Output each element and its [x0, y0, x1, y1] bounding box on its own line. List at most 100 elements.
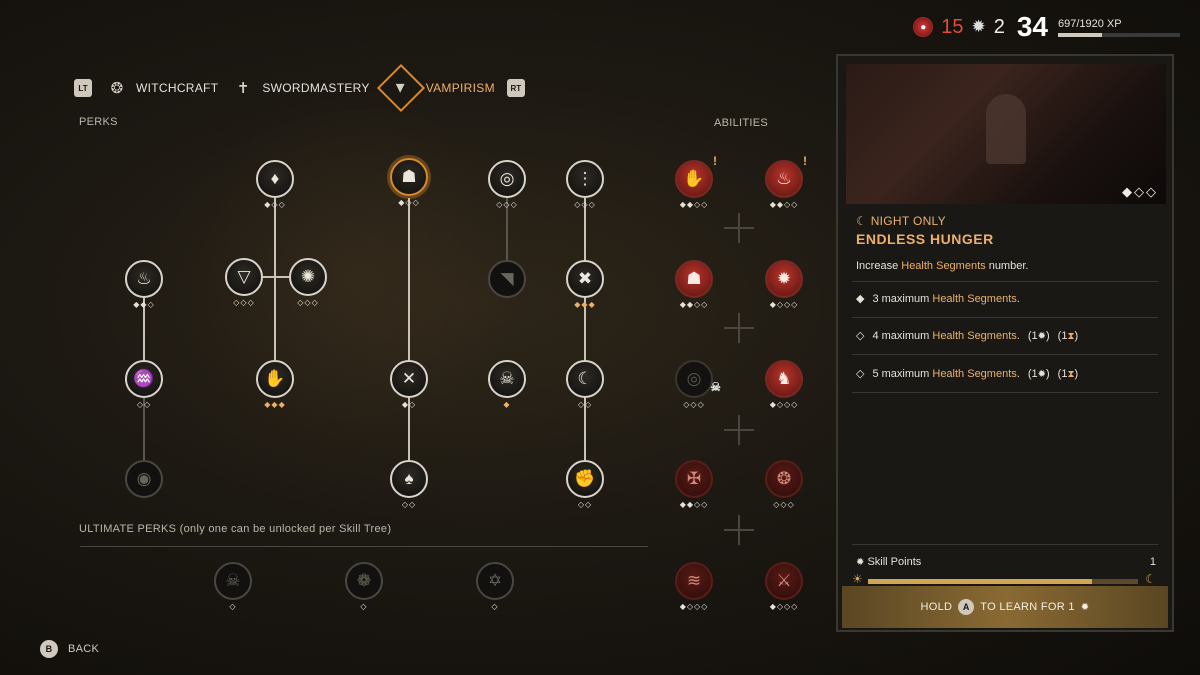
- perk-pips: ◇◇: [136, 400, 152, 409]
- ability-node[interactable]: ✠ ◆◆◇◇: [675, 460, 713, 509]
- skill-points-row: ✹ Skill Points 1: [856, 556, 1156, 568]
- tab-witchcraft-label: WITCHCRAFT: [136, 81, 219, 95]
- hourglass-icon: ⧗: [1067, 368, 1075, 380]
- connector-line: [408, 198, 410, 460]
- lt-bumper-button[interactable]: LT: [74, 79, 92, 97]
- swordmastery-icon: ✝: [236, 80, 250, 97]
- divider: [852, 317, 1158, 318]
- ability-pips: ◆◇◇◇: [769, 400, 799, 409]
- vampire-mouth-icon: ☗: [390, 158, 428, 196]
- perk-node[interactable]: ✺ ◇◇◇: [289, 258, 327, 307]
- divider: [852, 281, 1158, 282]
- hold-to-learn-button[interactable]: HOLD A TO LEARN FOR 1 ✹: [842, 586, 1168, 628]
- bat-swarm-icon: ♞: [765, 360, 803, 398]
- perk-pips: ◇◇◇: [574, 200, 596, 209]
- bat-icon: ◥: [488, 260, 526, 298]
- perk-node[interactable]: ▽ ◇◇◇: [225, 258, 263, 307]
- skill-points-label: Skill Points: [867, 556, 922, 568]
- ability-node-locked[interactable]: ◎ ☠ ◇◇◇: [675, 360, 721, 409]
- ability-node[interactable]: ⚔ ◆◇◇◇: [765, 562, 803, 611]
- perk-node[interactable]: ☾ ◇◇: [566, 360, 604, 409]
- hold-label: HOLD: [920, 601, 953, 613]
- perk-node[interactable]: ⋮ ◇◇◇: [566, 160, 604, 209]
- ultimate-pips: ◇: [491, 602, 499, 611]
- ability-node[interactable]: ✋! ◆◆◇◇: [675, 154, 717, 209]
- blood-explosion-icon: ✹: [765, 260, 803, 298]
- perk-pips: ◆◇: [401, 400, 417, 409]
- skill-point-gear-icon: ✹: [1037, 330, 1046, 342]
- skull-lock-icon: ☠: [710, 380, 721, 394]
- back-button[interactable]: B BACK: [40, 640, 99, 658]
- perk-node[interactable]: ✕ ◆◇: [390, 360, 428, 409]
- ability-pips: ◆◇◇◇: [769, 300, 799, 309]
- skill-points-count: 2: [993, 15, 1005, 38]
- ability-node[interactable]: ≋ ◆◇◇◇: [675, 562, 713, 611]
- tab-swordmastery[interactable]: ✝ SWORDMASTERY: [232, 77, 370, 99]
- eye-icon: ◉: [125, 460, 163, 498]
- red-currency-count: 15: [941, 15, 964, 38]
- divider: [852, 544, 1158, 545]
- player-level: 34: [1016, 11, 1048, 42]
- ability-pips: ◆◆◇◇: [679, 500, 709, 509]
- perk-node[interactable]: ☠ ◆: [488, 360, 526, 409]
- ability-node[interactable]: ✹ ◆◇◇◇: [765, 260, 803, 309]
- blood-rose-icon: ❁: [345, 562, 383, 600]
- skill-level-row: ◇ 5 maximum Health Segments. (1✹) (1⧗): [856, 367, 1079, 381]
- tab-vampirism-label: VAMPIRISM: [425, 81, 495, 95]
- a-button-icon: A: [958, 599, 975, 615]
- rt-bumper-button[interactable]: RT: [506, 79, 525, 97]
- vampirism-icon: ▼: [376, 63, 425, 113]
- witchcraft-icon: ❂: [110, 80, 124, 97]
- ability-node[interactable]: ❂ ◇◇◇: [765, 460, 803, 509]
- perk-node[interactable]: ◎ ◇◇◇: [488, 160, 526, 209]
- perk-node[interactable]: ♨ ◆◆◇: [125, 260, 163, 309]
- burst-icon: ✺: [289, 258, 327, 296]
- ultimate-perk-node[interactable]: ❁ ◇: [345, 562, 383, 611]
- blood-heart-icon: ❂: [765, 460, 803, 498]
- skill-level-row: ◆ 3 maximum Health Segments.: [856, 292, 1020, 306]
- ability-node[interactable]: ♨! ◆◆◇◇: [765, 154, 807, 209]
- divider: [852, 354, 1158, 355]
- perk-node-locked[interactable]: ◉: [125, 460, 163, 498]
- perk-pips: ◆◇◇: [264, 200, 286, 209]
- skill-point-gear-icon: ✹: [856, 557, 865, 568]
- perk-node[interactable]: ♦ ◆◇◇: [256, 160, 294, 209]
- sun-icon: ☀: [852, 572, 863, 586]
- tab-witchcraft[interactable]: ❂ WITCHCRAFT: [106, 77, 218, 99]
- ultimate-perk-node[interactable]: ☠ ◇: [214, 562, 252, 611]
- connector-line: [584, 198, 586, 460]
- blood-drop-icon: ♦: [256, 160, 294, 198]
- perk-pips: ◇◇◇: [496, 200, 518, 209]
- moon-icon: ☾: [1145, 572, 1156, 586]
- ability-pips: ◆◇◇◇: [769, 602, 799, 611]
- ability-pips: ◆◆◇◇: [679, 300, 709, 309]
- triple-slash-icon: ✖: [566, 260, 604, 298]
- perk-pips: ◆◆◆: [264, 400, 286, 409]
- ultimate-perk-node[interactable]: ✡ ◇: [476, 562, 514, 611]
- perk-node[interactable]: ✊ ◇◇: [566, 460, 604, 509]
- perk-node[interactable]: ♠ ◇◇: [390, 460, 428, 509]
- ability-pips: ◆◇◇◇: [679, 602, 709, 611]
- flame-icon: ♨: [125, 260, 163, 298]
- perk-pips: ◆◆◆: [574, 300, 596, 309]
- ability-node[interactable]: ☗ ◆◆◇◇: [675, 260, 713, 309]
- tab-vampirism[interactable]: ▼ VAMPIRISM: [376, 63, 495, 113]
- perks-heading: PERKS: [79, 116, 118, 128]
- perk-pips: ◆: [503, 400, 511, 409]
- fangs-icon: ▽: [225, 258, 263, 296]
- ability-node[interactable]: ♞ ◆◇◇◇: [765, 360, 803, 409]
- perk-node[interactable]: ♒ ◇◇: [125, 360, 163, 409]
- abilities-heading: ABILITIES: [714, 117, 769, 129]
- skull-icon: ☠: [214, 562, 252, 600]
- beast-head-icon: ☗: [675, 260, 713, 298]
- perk-node[interactable]: ✖ ◆◆◆: [566, 260, 604, 309]
- divider: [80, 546, 648, 547]
- perk-node-locked[interactable]: ◥: [488, 260, 526, 298]
- grasping-hand-icon: ✊: [566, 460, 604, 498]
- connector-line: [274, 198, 276, 360]
- character-figure: [986, 94, 1026, 164]
- blood-fist-icon: ✋: [675, 160, 713, 198]
- skill-point-gear-icon: ✹: [1080, 601, 1090, 613]
- perk-node-selected-endless-hunger[interactable]: ☗ ◆◇◇: [390, 158, 428, 207]
- perk-node[interactable]: ✋ ◆◆◆: [256, 360, 294, 409]
